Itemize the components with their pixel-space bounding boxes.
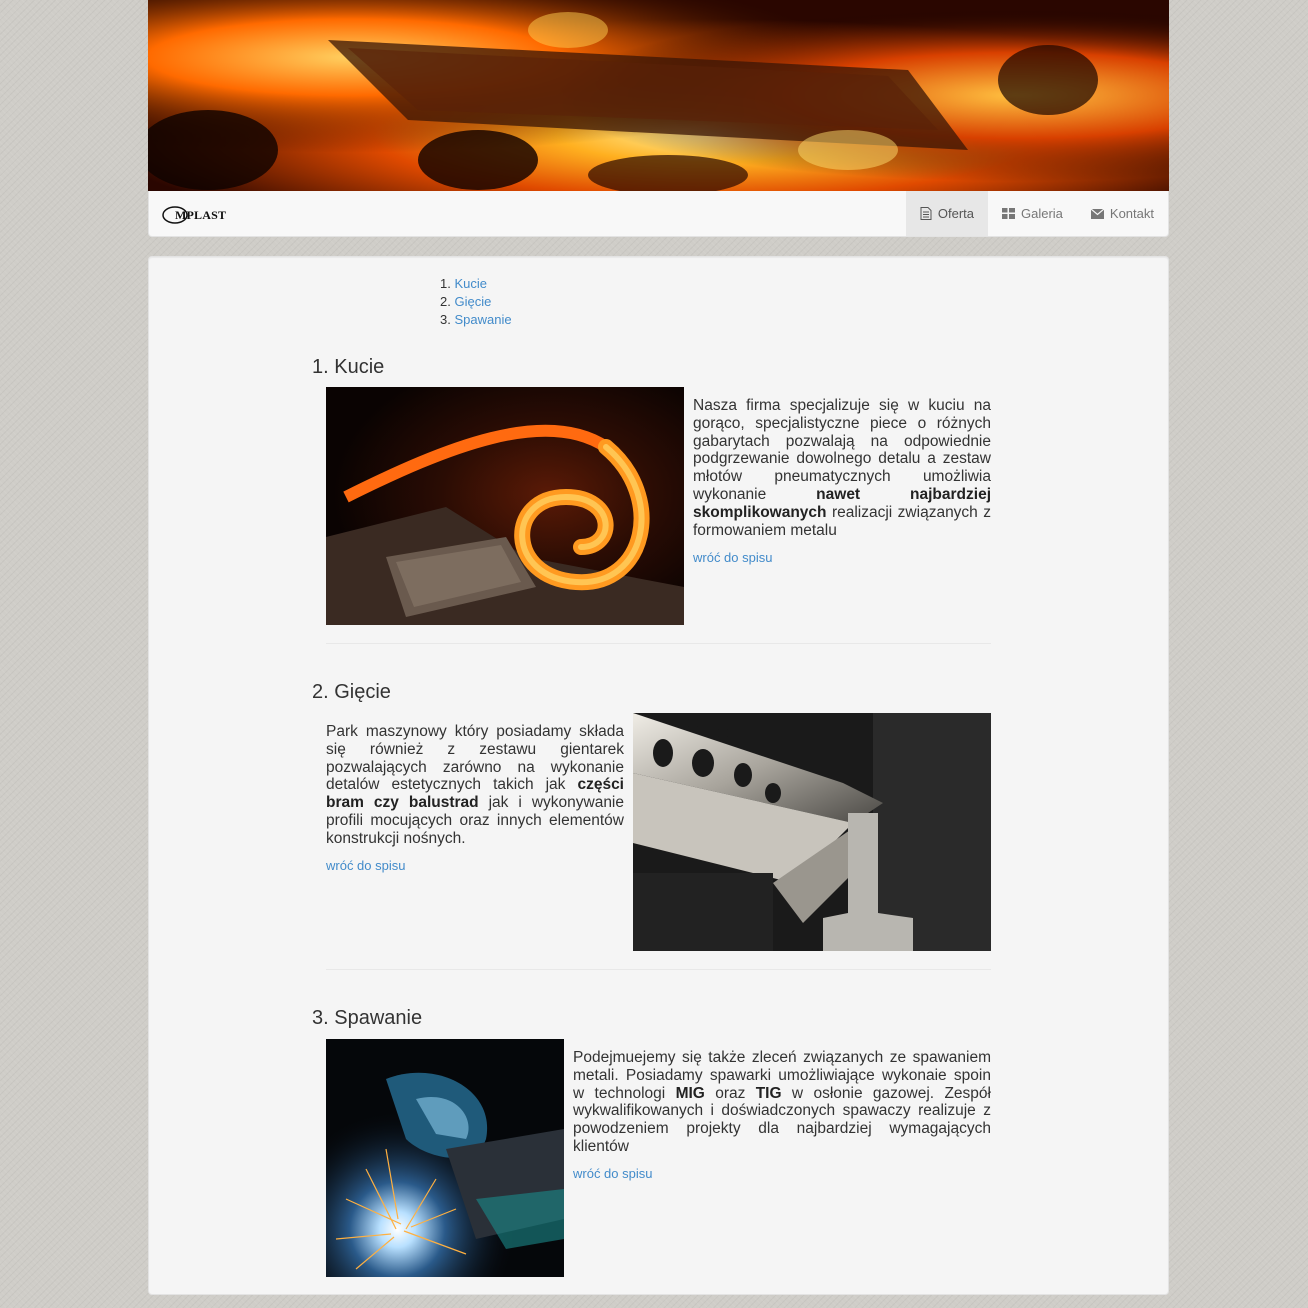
file-icon — [920, 207, 932, 220]
nav-item-label: Galeria — [1020, 206, 1063, 221]
forging-spiral-image — [326, 387, 684, 625]
toc-link-giecie[interactable]: Gięcie — [454, 294, 491, 309]
brand-logo[interactable]: MPLAST — [161, 204, 226, 226]
back-to-list-link[interactable]: wróć do spisu — [573, 1166, 652, 1181]
toc-item: 3. Spawanie — [440, 312, 512, 327]
envelope-icon — [1090, 208, 1104, 219]
section-title-spawanie: 3. Spawanie — [312, 1007, 423, 1029]
section-title-kucie: 1. Kucie — [312, 356, 385, 378]
back-to-list-link[interactable]: wróć do spisu — [326, 858, 405, 873]
grid-icon — [1001, 208, 1015, 219]
back-to-list-link[interactable]: wróć do spisu — [693, 550, 772, 565]
section-text-spawanie: Podejmuejemy się także zleceń związanych… — [573, 1049, 991, 1155]
table-of-contents: 1. Kucie 2. Gięcie 3. Spawanie — [440, 275, 512, 329]
toc-link-spawanie[interactable]: Spawanie — [454, 312, 511, 327]
section-divider — [326, 643, 991, 644]
section-text-kucie: Nasza firma specjalizuje się w kuciu na … — [693, 397, 991, 539]
section-divider — [326, 969, 991, 970]
nav-item-oferta[interactable]: Oferta — [905, 191, 988, 236]
nav-item-kontakt[interactable]: Kontakt — [1077, 191, 1168, 236]
toc-link-kucie[interactable]: Kucie — [454, 276, 487, 291]
toc-item: 2. Gięcie — [440, 294, 492, 309]
brand-name: MPLAST — [175, 208, 227, 222]
toc-item: 1. Kucie — [440, 276, 487, 291]
welding-sparks-image — [326, 1039, 564, 1277]
nav-item-label: Oferta — [937, 206, 974, 221]
hero-banner-fire-image — [148, 0, 1169, 191]
navbar: MPLAST Oferta Galeria Kontakt — [148, 191, 1169, 237]
bending-profile-image — [633, 713, 991, 951]
section-text-giecie: Park maszynowy który posiadamy składa si… — [326, 723, 624, 847]
nav-item-galeria[interactable]: Galeria — [988, 191, 1077, 236]
nav-item-label: Kontakt — [1109, 206, 1154, 221]
section-title-giecie: 2. Gięcie — [312, 681, 391, 703]
main-nav: Oferta Galeria Kontakt — [905, 191, 1168, 236]
